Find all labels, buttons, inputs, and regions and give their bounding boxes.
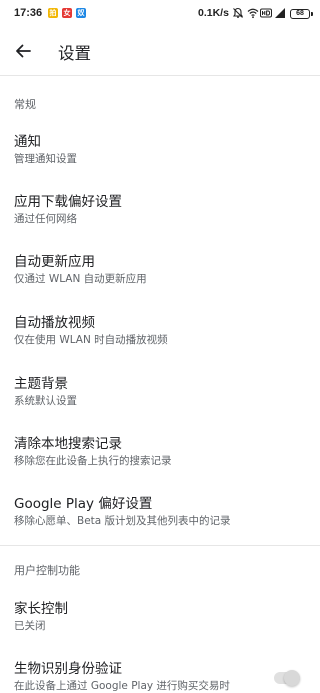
item-title: 应用下载偏好设置 bbox=[14, 194, 122, 210]
app-bar: 设置 bbox=[0, 28, 320, 74]
item-title: 通知 bbox=[14, 134, 41, 150]
settings-item-biometric-auth[interactable]: 生物识别身份验证 在此设备上通过 Google Play 进行购买交易时 bbox=[0, 657, 320, 693]
settings-item-notifications[interactable]: 通知 管理通知设置 bbox=[0, 130, 320, 186]
settings-item-autoplay-video[interactable]: 自动播放视频 仅在使用 WLAN 时自动播放视频 bbox=[0, 311, 320, 367]
item-title: 自动更新应用 bbox=[14, 254, 95, 270]
notification-icon: 拍 bbox=[48, 8, 58, 18]
wifi-icon bbox=[247, 8, 259, 19]
item-subtitle: 移除您在此设备上执行的搜索记录 bbox=[14, 455, 172, 467]
item-subtitle: 仅通过 WLAN 自动更新应用 bbox=[14, 273, 147, 285]
settings-item-parental-controls[interactable]: 家长控制 已关闭 bbox=[0, 597, 320, 653]
item-subtitle: 仅在使用 WLAN 时自动播放视频 bbox=[14, 334, 168, 346]
hd-icon bbox=[260, 8, 272, 18]
notification-icon: 奴 bbox=[76, 8, 86, 18]
settings-item-clear-search-history[interactable]: 清除本地搜索记录 移除您在此设备上执行的搜索记录 bbox=[0, 432, 320, 488]
section-header-user-controls: 用户控制功能 bbox=[14, 564, 80, 577]
status-time: 17:36 bbox=[14, 7, 43, 19]
section-header-general: 常规 bbox=[14, 98, 36, 111]
item-title: 家长控制 bbox=[14, 601, 68, 617]
settings-item-google-play-preferences[interactable]: Google Play 偏好设置 移除心愿单、Beta 版计划及其他列表中的记录 bbox=[0, 492, 320, 548]
biometric-toggle[interactable] bbox=[274, 670, 300, 686]
network-speed: 0.1K/s bbox=[198, 7, 229, 19]
item-subtitle: 通过任何网络 bbox=[14, 213, 77, 225]
item-subtitle: 管理通知设置 bbox=[14, 153, 77, 165]
item-subtitle: 系统默认设置 bbox=[14, 395, 77, 407]
item-subtitle: 已关闭 bbox=[14, 620, 46, 632]
item-title: Google Play 偏好设置 bbox=[14, 496, 153, 512]
item-title: 主题背景 bbox=[14, 376, 68, 392]
arrow-left-icon[interactable] bbox=[10, 38, 36, 64]
settings-item-download-preferences[interactable]: 应用下载偏好设置 通过任何网络 bbox=[0, 190, 320, 246]
settings-item-theme[interactable]: 主题背景 系统默认设置 bbox=[0, 372, 320, 428]
bell-off-icon bbox=[232, 7, 244, 18]
app-bar-divider bbox=[0, 75, 320, 76]
item-subtitle: 在此设备上通过 Google Play 进行购买交易时 bbox=[14, 680, 230, 692]
settings-item-auto-update[interactable]: 自动更新应用 仅通过 WLAN 自动更新应用 bbox=[0, 250, 320, 306]
toggle-thumb bbox=[284, 670, 300, 686]
notification-icon: 女 bbox=[62, 8, 72, 18]
page-title: 设置 bbox=[58, 44, 91, 63]
item-title: 自动播放视频 bbox=[14, 315, 95, 331]
item-title: 生物识别身份验证 bbox=[14, 661, 122, 677]
signal-icon bbox=[275, 8, 285, 18]
status-bar: 17:36 拍 女 奴 0.1K/s 68 bbox=[0, 0, 320, 28]
section-divider bbox=[0, 545, 320, 546]
battery-icon: 68 bbox=[290, 9, 313, 19]
item-subtitle: 移除心愿单、Beta 版计划及其他列表中的记录 bbox=[14, 515, 231, 527]
item-title: 清除本地搜索记录 bbox=[14, 436, 122, 452]
